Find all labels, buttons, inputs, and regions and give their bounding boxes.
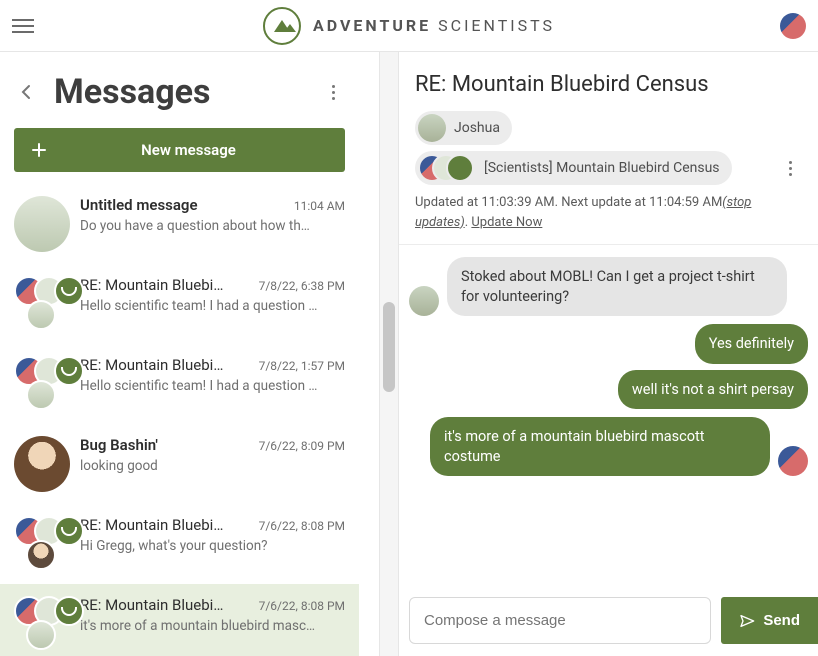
conversation-time: 7/6/22, 8:08 PM: [259, 519, 345, 533]
avatar: [418, 114, 446, 142]
back-icon[interactable]: [14, 80, 38, 104]
avatar: [26, 300, 56, 330]
sidebar: Messages New message Untitled message: [0, 52, 379, 656]
message-bubble: Stoked about MOBL! Can I get a project t…: [447, 257, 787, 316]
conversation-time: 11:04 AM: [294, 199, 345, 213]
group-avatar-stack: [418, 154, 476, 182]
group-name: [Scientists] Mountain Bluebird Census: [484, 160, 720, 176]
conversation-header: RE: Mountain Bluebird Census Joshua [Sci…: [399, 52, 818, 245]
sidebar-header: Messages: [0, 52, 359, 128]
conversation-title: RE: Mountain Bluebird Census: [415, 72, 802, 97]
scrollbar[interactable]: [379, 52, 399, 656]
conversation-preview: Hi Gregg, what's your question?: [80, 538, 345, 554]
list-item[interactable]: RE: Mountain Bluebi… 7/8/22, 6:38 PM Hel…: [0, 264, 359, 344]
avatar: [778, 446, 808, 476]
message-row: Yes definitely well it's not a shirt per…: [409, 324, 808, 409]
conversation-title: Bug Bashin': [80, 436, 158, 454]
group-icon: [54, 356, 84, 386]
conversation-title: RE: Mountain Bluebi…: [80, 356, 223, 374]
conversation-title: Untitled message: [80, 196, 198, 214]
conversation-more-icon[interactable]: [778, 156, 802, 180]
conversation-title: RE: Mountain Bluebi…: [80, 596, 223, 614]
sidebar-more-icon[interactable]: [321, 80, 345, 104]
message-bubble: Yes definitely: [695, 324, 808, 364]
avatar: [26, 380, 56, 410]
list-item[interactable]: Bug Bashin' 7/6/22, 8:09 PM looking good: [0, 424, 359, 504]
conversation-preview: it's more of a mountain bluebird masc…: [80, 618, 345, 634]
send-label: Send: [763, 612, 800, 629]
top-header: ADVENTURE SCIENTISTS: [0, 0, 818, 52]
conversation-time: 7/6/22, 8:09 PM: [259, 439, 345, 453]
conversation-preview: Hello scientific team! I had a question …: [80, 298, 345, 314]
conversation-preview: looking good: [80, 458, 345, 474]
conversation-title: RE: Mountain Bluebi…: [80, 516, 223, 534]
conversation-title: RE: Mountain Bluebi…: [80, 276, 223, 294]
participant-chip[interactable]: Joshua: [415, 111, 512, 145]
message-row: Stoked about MOBL! Can I get a project t…: [409, 257, 808, 316]
update-now-link[interactable]: Update Now: [471, 215, 542, 230]
group-icon: [54, 516, 84, 546]
message-list[interactable]: Stoked about MOBL! Can I get a project t…: [399, 245, 818, 585]
group-chip[interactable]: [Scientists] Mountain Bluebird Census: [415, 151, 732, 185]
conversation-time: 7/6/22, 8:08 PM: [259, 599, 345, 613]
list-item[interactable]: RE: Mountain Bluebi… 7/6/22, 8:08 PM Hi …: [0, 504, 359, 584]
group-icon: [54, 276, 84, 306]
message-bubble: it's more of a mountain bluebird mascott…: [430, 417, 770, 476]
avatar: [14, 196, 70, 252]
new-message-button[interactable]: New message: [14, 128, 345, 172]
brand-logo[interactable]: ADVENTURE SCIENTISTS: [263, 7, 555, 45]
conversation-preview: Hello scientific team! I had a question …: [80, 378, 345, 394]
send-icon: [739, 613, 755, 629]
list-item[interactable]: Untitled message 11:04 AM Do you have a …: [0, 184, 359, 264]
conversation-list[interactable]: Untitled message 11:04 AM Do you have a …: [0, 184, 359, 656]
conversation-time: 7/8/22, 1:57 PM: [259, 359, 345, 373]
brand-name: ADVENTURE SCIENTISTS: [313, 16, 555, 35]
plus-icon: [30, 141, 48, 159]
new-message-label: New message: [48, 141, 329, 159]
current-user-avatar[interactable]: [780, 13, 806, 39]
message-row: it's more of a mountain bluebird mascott…: [409, 417, 808, 476]
message-bubble: well it's not a shirt persay: [618, 370, 808, 410]
list-item[interactable]: RE: Mountain Bluebi… 7/8/22, 1:57 PM Hel…: [0, 344, 359, 424]
compose-input[interactable]: [409, 597, 711, 644]
page-title: Messages: [54, 72, 321, 112]
group-icon: [54, 596, 84, 626]
avatar: [26, 540, 56, 570]
list-item[interactable]: RE: Mountain Bluebi… 7/6/22, 8:08 PM it'…: [0, 584, 359, 656]
mountain-logo-icon: [263, 7, 301, 45]
conversation-time: 7/8/22, 6:38 PM: [259, 279, 345, 293]
participant-name: Joshua: [454, 120, 500, 136]
compose-bar: Send: [399, 585, 818, 656]
send-button[interactable]: Send: [721, 597, 818, 644]
avatar: [26, 620, 56, 650]
hamburger-menu-icon[interactable]: [12, 12, 40, 40]
conversation-pane: RE: Mountain Bluebird Census Joshua [Sci…: [399, 52, 818, 656]
avatar: [14, 436, 70, 492]
update-status: Updated at 11:03:39 AM. Next update at 1…: [415, 193, 802, 232]
avatar: [409, 286, 439, 316]
conversation-preview: Do you have a question about how th…: [80, 218, 345, 234]
scrollbar-thumb[interactable]: [383, 302, 395, 392]
